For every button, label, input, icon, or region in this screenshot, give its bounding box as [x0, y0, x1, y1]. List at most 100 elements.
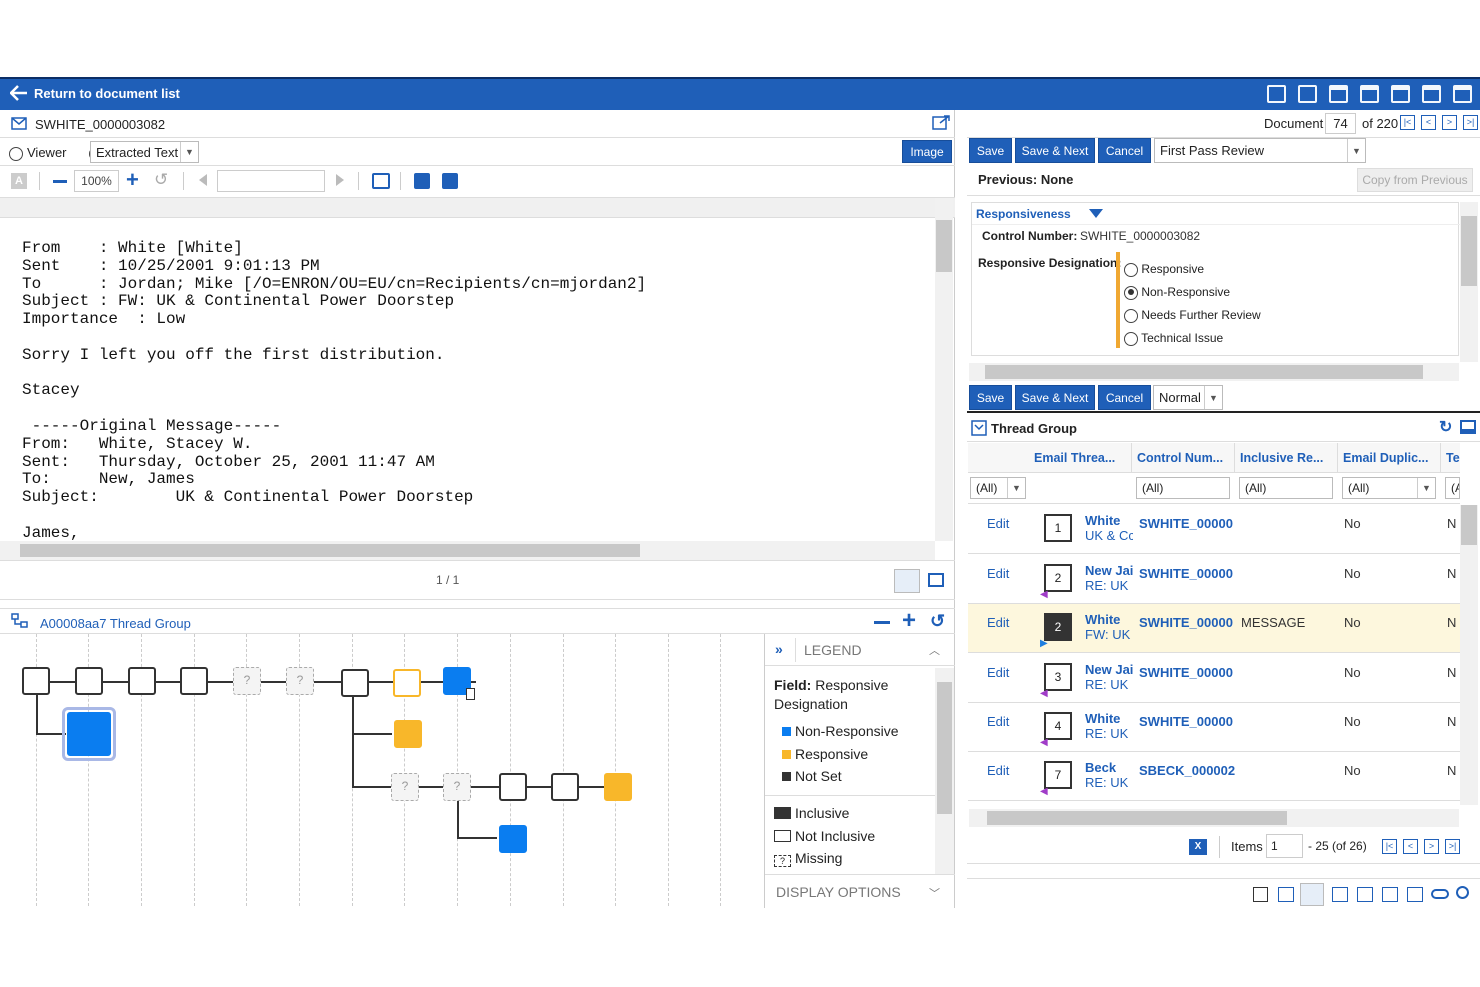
- folder-icon[interactable]: [1332, 887, 1348, 902]
- filter-email-duplicate[interactable]: (All) ▼: [1342, 477, 1436, 499]
- thread-node-responsive[interactable]: [389, 665, 421, 697]
- table-row[interactable]: Edit 2 ◀ New Jai RE: UK SWHITE_00000 No N: [968, 555, 1460, 604]
- thread-node[interactable]: [75, 667, 103, 695]
- thread-group-tab-icon[interactable]: [1300, 883, 1324, 906]
- radio-technical-issue[interactable]: [1124, 331, 1138, 346]
- edit-link[interactable]: Edit: [987, 763, 1009, 778]
- control-number-cell[interactable]: SWHITE_00000: [1139, 566, 1235, 581]
- edit-link[interactable]: Edit: [987, 516, 1009, 531]
- return-to-list-link[interactable]: Return to document list: [10, 85, 180, 101]
- scroll-thumb[interactable]: [985, 365, 1423, 379]
- legend-scrollbar[interactable]: [935, 668, 954, 874]
- zoom-in-icon[interactable]: +: [126, 169, 139, 191]
- save-button[interactable]: Save: [969, 385, 1012, 410]
- col-text[interactable]: Te: [1446, 451, 1460, 465]
- email-send-icon[interactable]: [1382, 887, 1398, 902]
- last-page-icon[interactable]: >|: [1445, 839, 1460, 854]
- grid-vertical-scrollbar[interactable]: [1460, 505, 1478, 805]
- cancel-button[interactable]: Cancel: [1098, 138, 1151, 163]
- filter-control-number[interactable]: (All): [1136, 477, 1230, 499]
- designation-option-technical-issue[interactable]: Technical Issue: [1124, 327, 1261, 350]
- grid-horizontal-scrollbar[interactable]: [969, 809, 1459, 827]
- table-row[interactable]: Edit 3 ◀ New Jai RE: UK SWHITE_00000 No N: [968, 654, 1460, 703]
- layout-window-icon[interactable]: [1360, 85, 1379, 103]
- collapse-icon[interactable]: [874, 621, 890, 624]
- table-row[interactable]: Edit 1 White UK & Cc SWHITE_00000 No N: [968, 505, 1460, 554]
- zoom-input[interactable]: 100%: [74, 170, 119, 192]
- minimize-icon[interactable]: [1453, 85, 1472, 103]
- edit-link[interactable]: Edit: [987, 566, 1009, 581]
- items-start-input[interactable]: 1: [1266, 834, 1303, 858]
- zoom-out-icon[interactable]: [53, 180, 67, 183]
- next-hit-icon[interactable]: [336, 174, 344, 186]
- control-number-cell[interactable]: SWHITE_00000: [1139, 714, 1235, 729]
- save-next-button[interactable]: Save & Next: [1015, 385, 1095, 410]
- previous-page-icon[interactable]: <: [1403, 839, 1418, 854]
- save-next-button[interactable]: Save & Next: [1015, 138, 1095, 163]
- next-document-icon[interactable]: >: [1442, 115, 1457, 130]
- popout-thread-icon[interactable]: [928, 573, 944, 587]
- table-row-selected[interactable]: Edit 2 ▶ White FW: UK SWHITE_00000 MESSAG…: [968, 604, 1460, 653]
- reset-icon[interactable]: ↺: [930, 611, 945, 632]
- related-items-icon[interactable]: [1278, 887, 1294, 902]
- first-page-icon[interactable]: |<: [1382, 839, 1397, 854]
- last-document-icon[interactable]: >|: [1463, 115, 1478, 130]
- next-page-icon[interactable]: >: [1424, 839, 1439, 854]
- col-email-thread[interactable]: Email Threa...: [1034, 451, 1115, 465]
- coding-horizontal-scrollbar[interactable]: [969, 363, 1459, 381]
- link-icon[interactable]: [1431, 889, 1449, 899]
- col-email-duplicate[interactable]: Email Duplic...: [1343, 451, 1428, 465]
- radio-non-responsive[interactable]: [1124, 285, 1138, 300]
- mode-select[interactable]: Normal ▼: [1153, 385, 1223, 410]
- control-number-cell[interactable]: SWHITE_00000: [1139, 665, 1235, 680]
- col-control-number[interactable]: Control Num...: [1137, 451, 1223, 465]
- search-icon[interactable]: [1456, 886, 1469, 899]
- scroll-thumb[interactable]: [20, 544, 640, 557]
- chevron-up-icon[interactable]: ︿: [929, 642, 940, 658]
- scroll-thumb[interactable]: [937, 682, 952, 814]
- thread-node-group[interactable]: [337, 665, 369, 697]
- control-number-cell[interactable]: SBECK_000002:: [1139, 763, 1235, 778]
- layout-frame-icon[interactable]: [1391, 85, 1410, 103]
- thread-node-missing[interactable]: ?: [233, 667, 261, 695]
- thread-node-selected[interactable]: [67, 712, 111, 756]
- table-row[interactable]: Edit 7 ◀ Beck RE: UK SBECK_000002: No N: [968, 752, 1460, 801]
- cancel-button[interactable]: Cancel: [1098, 385, 1151, 410]
- popout-icon[interactable]: [1422, 85, 1441, 103]
- edit-link[interactable]: Edit: [987, 714, 1009, 729]
- thread-node-responsive[interactable]: [390, 716, 422, 748]
- fit-width-icon[interactable]: [372, 173, 390, 189]
- radio-needs-review[interactable]: [1124, 308, 1138, 323]
- control-number-cell[interactable]: SWHITE_00000: [1139, 516, 1235, 531]
- thread-node[interactable]: [128, 667, 156, 695]
- thread-node-missing[interactable]: ?: [391, 773, 419, 801]
- find-input[interactable]: [217, 170, 325, 192]
- extracted-text-select[interactable]: Extracted Text ▼: [90, 141, 199, 163]
- thread-node-non-responsive[interactable]: [495, 821, 527, 853]
- filter-text[interactable]: (A: [1445, 477, 1460, 499]
- expand-icon[interactable]: +: [902, 609, 916, 633]
- persistent-highlight-icon[interactable]: [442, 173, 458, 189]
- image-button[interactable]: Image: [902, 140, 952, 163]
- table-row[interactable]: Edit 4 ◀ White RE: UK SWHITE_00000 No N: [968, 703, 1460, 752]
- text-horizontal-scrollbar[interactable]: [0, 541, 935, 560]
- copy-from-previous-button[interactable]: Copy from Previous: [1357, 168, 1473, 192]
- undo-icon[interactable]: ↺: [154, 170, 168, 190]
- thread-node-missing[interactable]: ?: [286, 667, 314, 695]
- previous-hit-icon[interactable]: [199, 174, 207, 186]
- document-number-input[interactable]: 74: [1325, 113, 1356, 134]
- control-number-cell[interactable]: SWHITE_00000: [1139, 615, 1235, 630]
- section-header[interactable]: Responsiveness: [972, 203, 1460, 225]
- notes-icon[interactable]: [1407, 887, 1423, 902]
- scroll-thumb[interactable]: [1461, 505, 1477, 545]
- designation-option-needs-review[interactable]: Needs Further Review: [1124, 304, 1261, 327]
- scroll-thumb[interactable]: [1461, 216, 1477, 286]
- highlight-icon[interactable]: [414, 173, 430, 189]
- designation-option-non-responsive[interactable]: Non-Responsive: [1124, 281, 1261, 304]
- edit-link[interactable]: Edit: [987, 665, 1009, 680]
- popout-viewer-icon[interactable]: [932, 115, 950, 131]
- viewer-radio[interactable]: [9, 146, 23, 161]
- radio-responsive[interactable]: [1124, 262, 1138, 277]
- thread-node-missing[interactable]: ?: [443, 773, 471, 801]
- save-button[interactable]: Save: [969, 138, 1012, 163]
